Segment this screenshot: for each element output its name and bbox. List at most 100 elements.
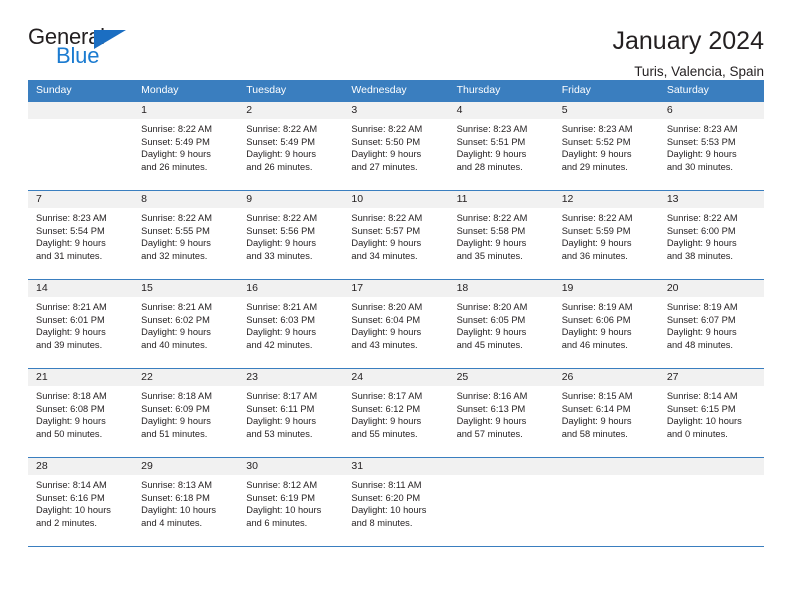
- sunrise-text: Sunrise: 8:20 AM: [456, 302, 528, 312]
- day-sun-info: Sunrise: 8:22 AM Sunset: 6:00 PM Daylight:…: [659, 208, 764, 262]
- calendar-day-cell[interactable]: 18 Sunrise: 8:20 AM Sunset: 6:05 PM Dayligh…: [448, 280, 554, 368]
- calendar-week-row: 7 Sunrise: 8:23 AM Sunset: 5:54 PM Daylight…: [28, 190, 764, 279]
- daylight-text-line2: and 40 minutes.: [141, 339, 208, 350]
- daylight-text-line1: Daylight: 9 hours: [36, 327, 106, 338]
- sunset-text: Sunset: 6:12 PM: [351, 403, 421, 414]
- calendar-weeks: 1 Sunrise: 8:22 AM Sunset: 5:49 PM Daylight…: [28, 101, 764, 547]
- sunrise-text: Sunrise: 8:23 AM: [666, 124, 738, 134]
- calendar-day-cell[interactable]: 30 Sunrise: 8:12 AM Sunset: 6:19 PM Dayligh…: [238, 458, 344, 546]
- calendar-day-cell[interactable]: 3 Sunrise: 8:22 AM Sunset: 5:50 PM Daylight…: [343, 102, 449, 190]
- calendar-day-cell[interactable]: 10 Sunrise: 8:22 AM Sunset: 5:57 PM Dayligh…: [343, 191, 449, 279]
- calendar-day-cell[interactable]: 15 Sunrise: 8:21 AM Sunset: 6:02 PM Dayligh…: [133, 280, 239, 368]
- calendar-day-cell[interactable]: 17 Sunrise: 8:20 AM Sunset: 6:04 PM Dayligh…: [343, 280, 449, 368]
- daylight-text-line1: Daylight: 9 hours: [351, 149, 422, 160]
- daylight-text-line2: and 46 minutes.: [561, 339, 628, 350]
- day-sun-info: Sunrise: 8:22 AM Sunset: 5:59 PM Daylight:…: [554, 208, 659, 262]
- calendar-day-cell[interactable]: 19 Sunrise: 8:19 AM Sunset: 6:06 PM Dayligh…: [553, 280, 659, 368]
- calendar-day-cell[interactable]: 21 Sunrise: 8:18 AM Sunset: 6:08 PM Dayligh…: [28, 369, 134, 457]
- page-title: January 2024: [612, 27, 764, 55]
- sunrise-text: Sunrise: 8:14 AM: [666, 391, 738, 401]
- calendar-day-cell[interactable]: 26 Sunrise: 8:15 AM Sunset: 6:14 PM Dayligh…: [553, 369, 659, 457]
- day-sun-info: Sunrise: 8:22 AM Sunset: 5:55 PM Daylight:…: [133, 208, 238, 262]
- day-number: 18: [448, 280, 554, 297]
- sunrise-text: Sunrise: 8:19 AM: [666, 302, 738, 312]
- daylight-text-line2: and 33 minutes.: [246, 250, 313, 261]
- daylight-text-line1: Daylight: 10 hours: [351, 505, 427, 516]
- weekday-header-saturday: Saturday: [666, 84, 709, 96]
- daylight-text-line2: and 36 minutes.: [561, 250, 628, 261]
- calendar-day-cell[interactable]: 13 Sunrise: 8:22 AM Sunset: 6:00 PM Dayligh…: [658, 191, 764, 279]
- day-number: [658, 458, 764, 475]
- day-sun-info: Sunrise: 8:19 AM Sunset: 6:07 PM Daylight:…: [659, 297, 764, 351]
- calendar-day-cell[interactable]: 14 Sunrise: 8:21 AM Sunset: 6:01 PM Dayligh…: [28, 280, 134, 368]
- day-number: 31: [343, 458, 449, 475]
- sunset-text: Sunset: 6:07 PM: [666, 314, 736, 325]
- calendar-day-cell[interactable]: 27 Sunrise: 8:14 AM Sunset: 6:15 PM Dayligh…: [658, 369, 764, 457]
- calendar-day-cell[interactable]: 20 Sunrise: 8:19 AM Sunset: 6:07 PM Dayligh…: [658, 280, 764, 368]
- day-sun-info: Sunrise: 8:17 AM Sunset: 6:11 PM Daylight:…: [238, 386, 343, 440]
- sunrise-text: Sunrise: 8:17 AM: [246, 391, 318, 401]
- day-number: 29: [133, 458, 239, 475]
- daylight-text-line2: and 31 minutes.: [36, 250, 103, 261]
- calendar-day-cell[interactable]: 6 Sunrise: 8:23 AM Sunset: 5:53 PM Daylight…: [658, 102, 764, 190]
- calendar-day-cell[interactable]: 28 Sunrise: 8:14 AM Sunset: 6:16 PM Dayligh…: [28, 458, 134, 546]
- daylight-text-line2: and 51 minutes.: [141, 428, 208, 439]
- day-number: 2: [238, 102, 344, 119]
- day-number: 22: [133, 369, 239, 386]
- calendar-day-cell[interactable]: 1 Sunrise: 8:22 AM Sunset: 5:49 PM Daylight…: [133, 102, 239, 190]
- calendar-day-cell[interactable]: 29 Sunrise: 8:13 AM Sunset: 6:18 PM Dayligh…: [133, 458, 239, 546]
- sunset-text: Sunset: 6:03 PM: [246, 314, 316, 325]
- daylight-text-line1: Daylight: 9 hours: [561, 416, 632, 427]
- calendar-day-cell[interactable]: 7 Sunrise: 8:23 AM Sunset: 5:54 PM Daylight…: [28, 191, 134, 279]
- calendar-day-cell[interactable]: 4 Sunrise: 8:23 AM Sunset: 5:51 PM Daylight…: [448, 102, 554, 190]
- day-number: 17: [343, 280, 449, 297]
- day-sun-info: Sunrise: 8:22 AM Sunset: 5:50 PM Daylight:…: [343, 119, 448, 173]
- sunrise-text: Sunrise: 8:11 AM: [351, 480, 422, 490]
- calendar-day-cell[interactable]: 22 Sunrise: 8:18 AM Sunset: 6:09 PM Dayligh…: [133, 369, 239, 457]
- logo-text-blue: Blue: [56, 43, 100, 68]
- day-number: 13: [658, 191, 764, 208]
- brand-logo[interactable]: General Blue: [28, 26, 148, 72]
- calendar-day-cell[interactable]: 5 Sunrise: 8:23 AM Sunset: 5:52 PM Daylight…: [553, 102, 659, 190]
- daylight-text-line1: Daylight: 9 hours: [666, 238, 737, 249]
- day-sun-info: Sunrise: 8:22 AM Sunset: 5:58 PM Daylight:…: [449, 208, 554, 262]
- day-number: 30: [238, 458, 344, 475]
- day-number: 20: [658, 280, 764, 297]
- sunset-text: Sunset: 5:52 PM: [561, 136, 631, 147]
- calendar-day-cell[interactable]: 12 Sunrise: 8:22 AM Sunset: 5:59 PM Dayligh…: [553, 191, 659, 279]
- weekday-header-row: Sunday Monday Tuesday Wednesday Thursday Frid…: [28, 80, 764, 101]
- calendar-day-cell[interactable]: 24 Sunrise: 8:17 AM Sunset: 6:12 PM Dayligh…: [343, 369, 449, 457]
- sunrise-text: Sunrise: 8:22 AM: [561, 213, 633, 223]
- calendar-day-cell[interactable]: 23 Sunrise: 8:17 AM Sunset: 6:11 PM Dayligh…: [238, 369, 344, 457]
- calendar-day-cell[interactable]: 25 Sunrise: 8:16 AM Sunset: 6:13 PM Dayligh…: [448, 369, 554, 457]
- sunrise-text: Sunrise: 8:15 AM: [561, 391, 633, 401]
- day-sun-info: Sunrise: 8:22 AM Sunset: 5:57 PM Daylight:…: [343, 208, 448, 262]
- day-sun-info: Sunrise: 8:22 AM Sunset: 5:49 PM Daylight:…: [133, 119, 238, 173]
- sunset-text: Sunset: 6:14 PM: [561, 403, 631, 414]
- day-sun-info: Sunrise: 8:14 AM Sunset: 6:15 PM Daylight:…: [659, 386, 764, 440]
- daylight-text-line1: Daylight: 10 hours: [246, 505, 322, 516]
- calendar-day-cell[interactable]: 9 Sunrise: 8:22 AM Sunset: 5:56 PM Daylight…: [238, 191, 344, 279]
- sunset-text: Sunset: 6:13 PM: [456, 403, 526, 414]
- calendar-day-cell[interactable]: 31 Sunrise: 8:11 AM Sunset: 6:20 PM Dayligh…: [343, 458, 449, 546]
- sunset-text: Sunset: 5:57 PM: [351, 225, 421, 236]
- calendar-day-cell[interactable]: 11 Sunrise: 8:22 AM Sunset: 5:58 PM Dayligh…: [448, 191, 554, 279]
- day-number: 3: [343, 102, 449, 119]
- weekday-header-wednesday: Wednesday: [351, 84, 407, 96]
- day-sun-info: Sunrise: 8:20 AM Sunset: 6:05 PM Daylight:…: [449, 297, 554, 351]
- daylight-text-line2: and 57 minutes.: [456, 428, 523, 439]
- calendar-day-empty: [28, 102, 134, 190]
- sunset-text: Sunset: 6:09 PM: [141, 403, 210, 414]
- daylight-text-line2: and 28 minutes.: [456, 161, 523, 172]
- day-number: 6: [658, 102, 764, 119]
- daylight-text-line2: and 53 minutes.: [246, 428, 313, 439]
- day-number: 21: [28, 369, 134, 386]
- daylight-text-line2: and 2 minutes.: [36, 517, 97, 528]
- calendar-day-cell[interactable]: 8 Sunrise: 8:22 AM Sunset: 5:55 PM Daylight…: [133, 191, 239, 279]
- calendar-day-cell[interactable]: 16 Sunrise: 8:21 AM Sunset: 6:03 PM Dayligh…: [238, 280, 344, 368]
- calendar-day-cell[interactable]: 2 Sunrise: 8:22 AM Sunset: 5:49 PM Daylight…: [238, 102, 344, 190]
- day-number: 11: [448, 191, 554, 208]
- sunrise-text: Sunrise: 8:19 AM: [561, 302, 633, 312]
- sunset-text: Sunset: 5:49 PM: [141, 136, 210, 147]
- daylight-text-line1: Daylight: 9 hours: [561, 238, 632, 249]
